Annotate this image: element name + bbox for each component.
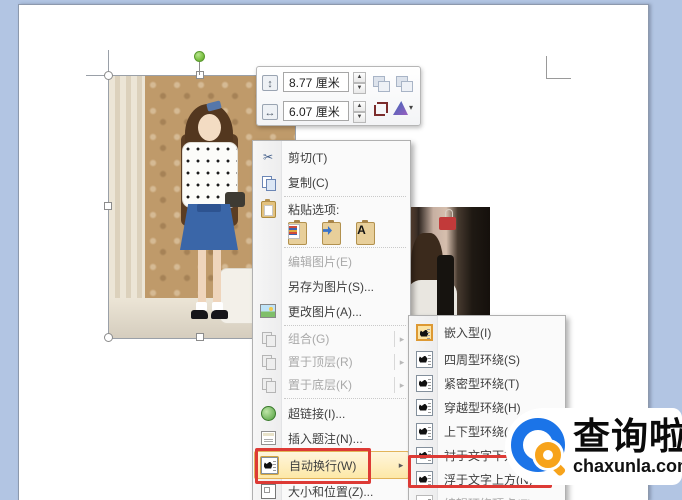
menu-item-change-picture[interactable]: 更改图片(A)... xyxy=(254,299,409,323)
group-icon xyxy=(254,332,282,347)
copy-icon xyxy=(254,175,282,191)
menu-item-copy[interactable]: 复制(C) xyxy=(254,170,409,194)
wrap-edit-points-icon xyxy=(410,494,438,500)
wrap-through-icon xyxy=(410,398,438,416)
submenu-arrow-icon: ▸ xyxy=(394,330,409,347)
size-position-icon xyxy=(254,483,282,499)
chaxunla-logo-icon xyxy=(509,416,571,478)
crop-icon[interactable] xyxy=(373,102,388,116)
photo2-vest xyxy=(437,255,454,324)
menu-item-hyperlink[interactable]: 超链接(I)... xyxy=(254,401,409,425)
wrap-top-bottom-icon xyxy=(410,422,438,440)
wrap-square-icon xyxy=(410,350,438,368)
clipboard-icon xyxy=(254,198,282,218)
rotation-handle-stem xyxy=(199,61,200,75)
resize-handle-top[interactable] xyxy=(196,71,204,79)
margin-corner-mark xyxy=(546,56,571,79)
resize-handle-bottom[interactable] xyxy=(196,333,204,341)
bring-to-front-icon xyxy=(254,355,282,370)
chaxunla-watermark: 查询啦 chaxunla.com xyxy=(505,408,682,485)
wrap-inline-icon xyxy=(410,323,438,341)
height-spinner[interactable]: ▲ ▼ xyxy=(353,72,366,94)
submenu-item-in-line-with-text[interactable]: 嵌入型(I) xyxy=(410,320,564,344)
rotation-handle[interactable] xyxy=(194,51,205,62)
submenu-item-square[interactable]: 四周型环绕(S) xyxy=(410,347,564,371)
resize-handle-left[interactable] xyxy=(104,202,112,210)
caption-icon xyxy=(254,431,282,445)
word-workspace: ↕ 8.77 厘米 ▲ ▼ ↔ 6.07 厘米 ▲ ▼ ▾ ✂ 剪切(T) 复制(C… xyxy=(0,0,682,500)
menu-separator xyxy=(284,398,406,399)
scissors-icon: ✂ xyxy=(262,150,274,164)
resize-handle-bottom-left[interactable] xyxy=(104,333,113,342)
photo-person xyxy=(167,100,251,332)
menu-item-edit-picture[interactable]: 编辑图片(E) xyxy=(254,249,409,273)
photo2-red-bag xyxy=(439,217,456,230)
menu-item-bring-to-front[interactable]: 置于顶层(R) ▸ xyxy=(254,350,409,373)
paste-keep-text-only-button[interactable]: A xyxy=(352,219,378,247)
watermark-title: 查询啦 xyxy=(573,416,682,458)
width-spinner[interactable]: ▲ ▼ xyxy=(353,101,366,123)
floating-size-toolbar: ↕ 8.77 厘米 ▲ ▼ ↔ 6.07 厘米 ▲ ▼ ▾ xyxy=(256,66,421,126)
menu-item-send-to-back[interactable]: 置于底层(K) ▸ xyxy=(254,373,409,396)
send-to-back-icon xyxy=(254,378,282,393)
menu-item-group[interactable]: 组合(G) ▸ xyxy=(254,327,409,350)
watermark-domain: chaxunla.com xyxy=(573,455,682,476)
width-field[interactable]: 6.07 厘米 xyxy=(283,101,349,121)
send-backward-icon[interactable] xyxy=(396,76,413,92)
bring-forward-icon[interactable] xyxy=(373,76,390,92)
submenu-arrow-icon: ▸ xyxy=(394,353,409,370)
annotation-box-wrap-text xyxy=(255,448,371,484)
paste-keep-source-formatting-button[interactable] xyxy=(284,219,310,247)
picture-icon xyxy=(254,304,282,318)
menu-separator xyxy=(284,325,406,326)
hyperlink-globe-icon xyxy=(254,405,282,421)
resize-handle-top-left[interactable] xyxy=(104,71,113,80)
background-picture[interactable] xyxy=(409,207,490,324)
menu-separator xyxy=(284,196,406,197)
wrap-tight-icon xyxy=(410,374,438,392)
paste-options-row: A xyxy=(284,219,378,247)
submenu-item-edit-wrap-points[interactable]: 编辑环绕顶点(E) xyxy=(410,491,564,500)
menu-separator xyxy=(284,247,406,248)
height-icon: ↕ xyxy=(262,75,278,91)
menu-item-paste-options: 粘贴选项: xyxy=(254,198,409,219)
height-field[interactable]: 8.77 厘米 xyxy=(283,72,349,92)
paste-picture-button[interactable] xyxy=(318,219,344,247)
submenu-arrow-icon: ▸ xyxy=(394,376,409,393)
menu-item-cut[interactable]: ✂ 剪切(T) xyxy=(254,145,409,169)
picture-context-menu: ✂ 剪切(T) 复制(C) 粘贴选项: A 编辑图片(E) 另存为图片(S)..… xyxy=(252,140,411,500)
submenu-item-tight[interactable]: 紧密型环绕(T) xyxy=(410,371,564,395)
recolor-dropdown-caret[interactable]: ▾ xyxy=(409,103,413,112)
menu-item-insert-caption[interactable]: 插入题注(N)... xyxy=(254,426,409,450)
submenu-arrow-icon: ▸ xyxy=(398,459,404,470)
width-icon: ↔ xyxy=(262,104,278,120)
menu-item-save-as-picture[interactable]: 另存为图片(S)... xyxy=(254,274,409,298)
